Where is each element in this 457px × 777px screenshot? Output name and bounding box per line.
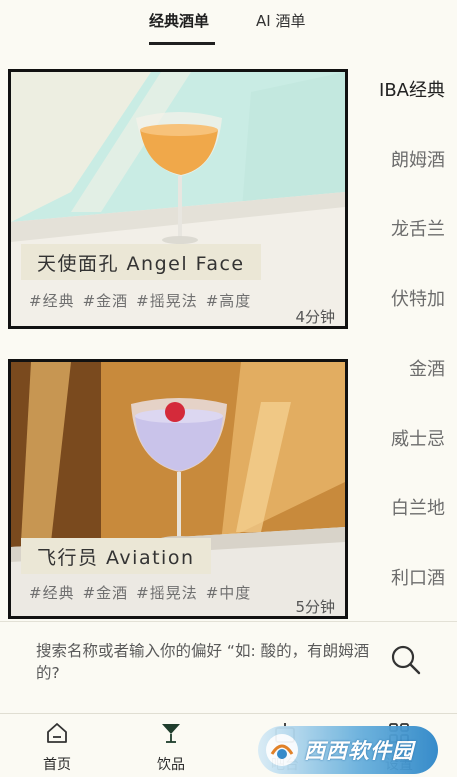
- tag: #摇晃法: [136, 584, 198, 602]
- card-title: 飞行员 Aviation: [21, 538, 211, 574]
- tag: #中度: [205, 584, 252, 602]
- tag: #金酒: [82, 292, 129, 310]
- search-bar: 搜索名称或者输入你的偏好 “如: 酸的，有朗姆酒的?: [0, 621, 457, 713]
- category-tequila[interactable]: 龙舌兰: [391, 215, 445, 241]
- cocktail-photo: [11, 72, 345, 326]
- nav-label: 首页: [43, 757, 71, 773]
- tag: #金酒: [82, 584, 129, 602]
- tag: #高度: [205, 292, 252, 310]
- category-liqueur[interactable]: 利口酒: [391, 564, 445, 590]
- search-input[interactable]: 搜索名称或者输入你的偏好 “如: 酸的，有朗姆酒的?: [36, 640, 381, 684]
- search-icon[interactable]: [390, 644, 422, 676]
- category-rum[interactable]: 朗姆酒: [391, 146, 445, 172]
- category-iba-classic[interactable]: IBA经典: [379, 76, 445, 102]
- tag: #经典: [29, 584, 75, 602]
- top-tab-bar: 经典酒单 AI 酒单: [0, 0, 457, 60]
- cocktail-glass-icon: [162, 724, 180, 743]
- nav-label: 饮品: [157, 757, 185, 773]
- category-gin[interactable]: 金酒: [409, 355, 445, 381]
- home-icon: [47, 723, 67, 743]
- category-whisky[interactable]: 威士忌: [391, 425, 445, 451]
- tab-ai-menu[interactable]: AI 酒单: [256, 10, 305, 31]
- active-tab-indicator: [149, 42, 215, 45]
- category-brandy[interactable]: 白兰地: [391, 494, 445, 520]
- tag: #经典: [29, 292, 75, 310]
- watermark-logo-icon: [266, 734, 298, 766]
- prep-time: 5分钟: [295, 598, 335, 616]
- prep-time: 4分钟: [295, 308, 335, 326]
- nav-drinks[interactable]: 饮品: [131, 720, 211, 774]
- cocktail-photo: [11, 362, 345, 616]
- watermark-text: 西西软件园: [304, 739, 414, 763]
- card-tags: #经典 #金酒 #摇晃法 #高度: [29, 290, 259, 311]
- card-tags: #经典 #金酒 #摇晃法 #中度: [29, 582, 259, 603]
- tab-classic-menu[interactable]: 经典酒单: [149, 10, 209, 31]
- category-vodka[interactable]: 伏特加: [391, 285, 445, 311]
- cocktail-card-angel-face[interactable]: 天使面孔 Angel Face #经典 #金酒 #摇晃法 #高度 4分钟: [8, 69, 348, 329]
- cocktail-card-aviation[interactable]: 飞行员 Aviation #经典 #金酒 #摇晃法 #中度 5分钟: [8, 359, 348, 619]
- watermark-logo: 西西软件园: [258, 726, 438, 774]
- card-title: 天使面孔 Angel Face: [21, 244, 261, 280]
- tag: #摇晃法: [136, 292, 198, 310]
- nav-home[interactable]: 首页: [17, 720, 97, 774]
